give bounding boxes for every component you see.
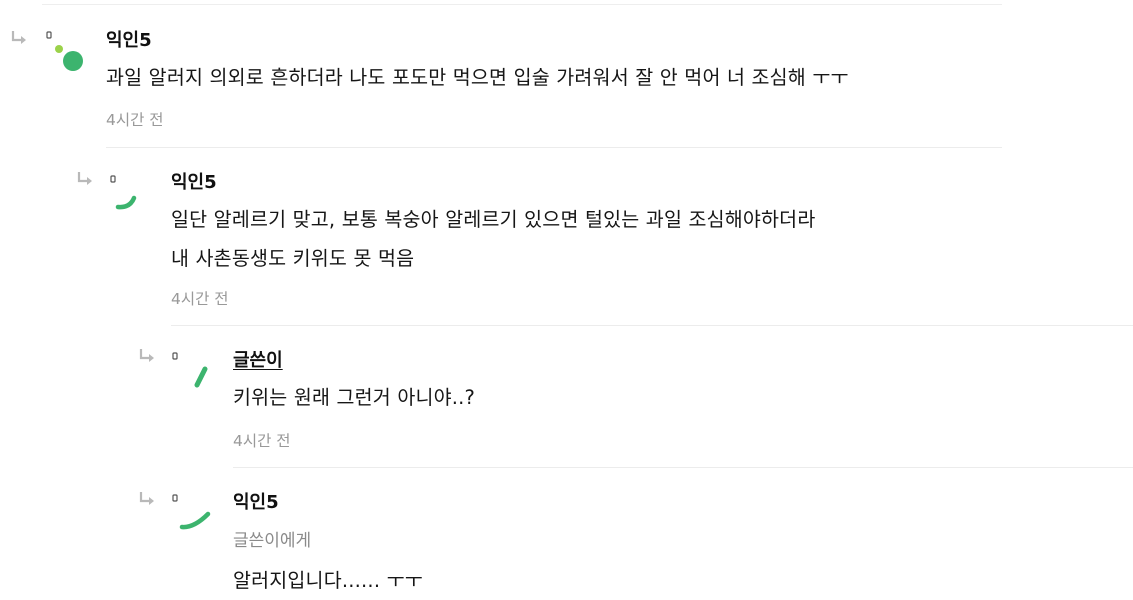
reply-arrow-icon (139, 492, 154, 505)
comment-author[interactable]: 익인5 (171, 172, 217, 194)
comment-author[interactable]: 글쓴이 (233, 350, 283, 372)
comment-text: 알러지입니다...... ㅜㅜ (233, 569, 423, 592)
comment-timestamp: 4시간 전 (233, 432, 291, 450)
avatar-icon[interactable] (42, 28, 86, 72)
top-divider (42, 4, 1002, 5)
comment-text: 내 사촌동생도 키위도 못 먹음 (171, 247, 415, 270)
comment-text: 과일 알러지 의외로 흔하더라 나도 포도만 먹으면 입술 가려워서 잘 안 먹… (106, 66, 849, 89)
comment-text: 일단 알레르기 맞고, 보통 복숭아 알레르기 있으면 털있는 과일 조심해야하… (171, 208, 816, 231)
comment-timestamp: 4시간 전 (171, 290, 229, 308)
reply-mention[interactable]: 글쓴이에게 (233, 530, 311, 552)
comment-divider (171, 325, 1133, 326)
comment-divider (106, 147, 1002, 148)
avatar-icon[interactable] (170, 348, 214, 392)
reply-arrow-icon (139, 349, 154, 362)
comment-author[interactable]: 익인5 (233, 492, 279, 514)
avatar-icon[interactable] (108, 170, 152, 214)
reply-arrow-icon (77, 172, 92, 185)
comment-divider (233, 467, 1133, 468)
comment-author[interactable]: 익인5 (106, 30, 152, 52)
comment-text: 키위는 원래 그런거 아니야..? (233, 386, 476, 409)
reply-arrow-icon (11, 31, 26, 44)
avatar-icon[interactable] (170, 490, 214, 534)
comment-timestamp: 4시간 전 (106, 111, 164, 129)
